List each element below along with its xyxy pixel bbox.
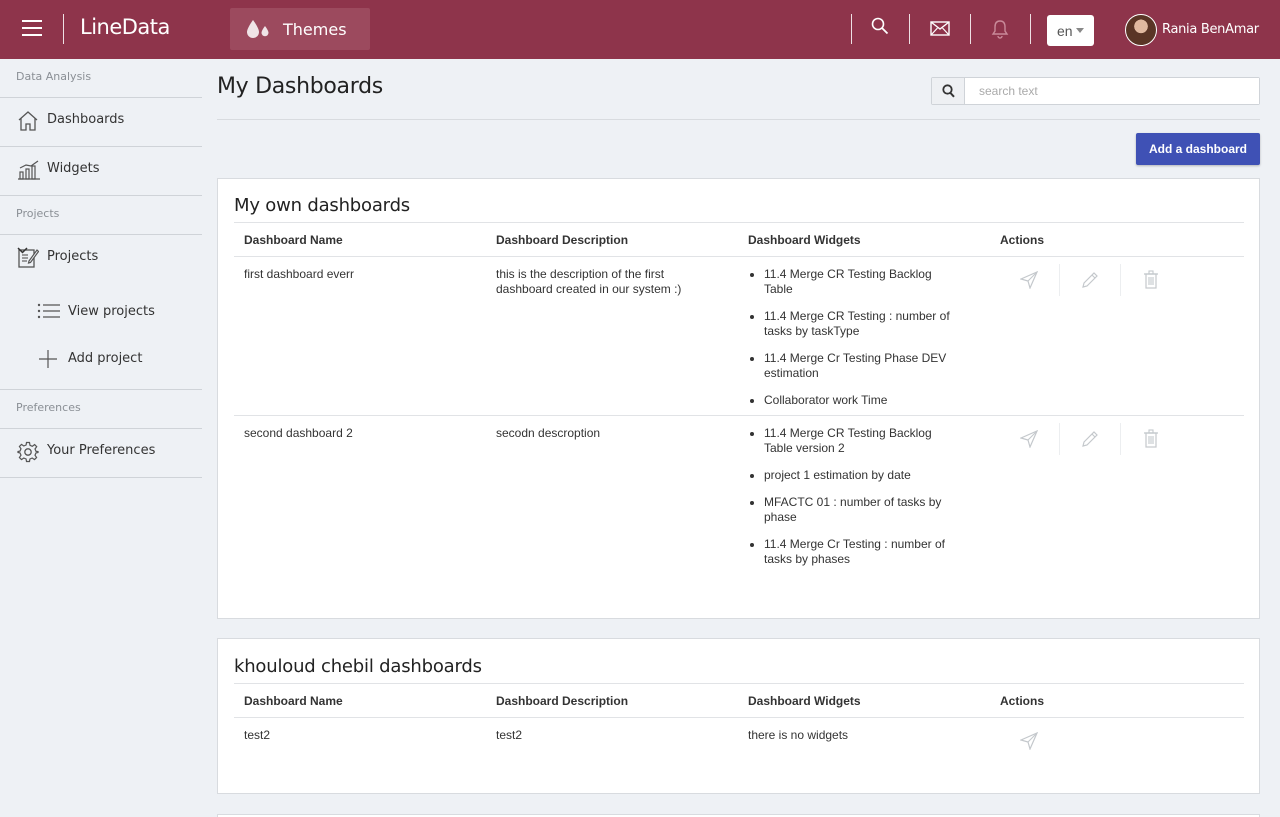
search-button[interactable] <box>932 78 965 104</box>
panel-title: khouloud chebil dashboards <box>234 656 482 677</box>
column-header-widgets[interactable]: Dashboard Widgets <box>748 694 861 708</box>
list-item: Collaborator work Time <box>748 393 963 408</box>
no-widgets-text: there is no widgets <box>748 728 849 742</box>
send-icon[interactable] <box>1020 271 1038 289</box>
pencil-icon[interactable] <box>1081 430 1099 448</box>
divider <box>1120 264 1121 296</box>
send-icon[interactable] <box>1020 430 1038 448</box>
list-item: 11.4 Merge Cr Testing Phase DEV estimati… <box>748 351 963 381</box>
column-header-description[interactable]: Dashboard Description <box>496 233 628 247</box>
divider <box>0 477 202 478</box>
list-item: project 1 estimation by date <box>748 468 963 483</box>
themes-button[interactable]: Themes <box>230 8 370 50</box>
search-box <box>931 77 1260 105</box>
language-value: en <box>1057 23 1073 39</box>
list-item: 11.4 Merge CR Testing : number of tasks … <box>748 309 963 339</box>
divider <box>970 14 971 44</box>
dashboard-name[interactable]: test2 <box>244 728 270 743</box>
sidebar: Data Analysis Dashboards Widgets Project… <box>0 59 202 817</box>
sidebar-item-view-projects[interactable]: View projects <box>0 292 202 332</box>
divider <box>0 195 202 196</box>
language-select[interactable]: en <box>1047 15 1094 46</box>
sidebar-section-preferences: Preferences <box>16 401 81 414</box>
user-name[interactable]: Rania BenAmar <box>1162 22 1259 37</box>
column-header-description[interactable]: Dashboard Description <box>496 694 628 708</box>
gear-icon <box>17 441 39 463</box>
sidebar-item-label: Dashboards <box>47 112 125 127</box>
column-header-actions: Actions <box>1000 694 1045 708</box>
plus-icon <box>39 350 57 368</box>
divider <box>1059 423 1060 455</box>
send-icon[interactable] <box>1020 732 1038 750</box>
divider <box>217 119 1260 120</box>
divider <box>234 222 1244 223</box>
panel-title: My own dashboards <box>234 195 410 216</box>
home-icon <box>18 111 38 131</box>
top-bar: LineData Themes en Rania BenAmar <box>0 0 1280 59</box>
list-item: 11.4 Merge CR Testing Backlog Table vers… <box>748 426 963 456</box>
list-item: MFACTC 01 : number of tasks by phase <box>748 495 963 525</box>
divider <box>0 389 202 390</box>
column-header-actions: Actions <box>1000 233 1045 247</box>
bell-icon[interactable] <box>991 19 1009 39</box>
divider <box>234 415 1244 416</box>
page-title: My Dashboards <box>217 74 383 99</box>
dashboard-description: secodn descroption <box>496 426 601 440</box>
divider <box>1030 14 1031 44</box>
sidebar-section-data-analysis: Data Analysis <box>16 70 92 83</box>
dashboard-name[interactable]: first dashboard everr <box>244 267 354 282</box>
avatar[interactable] <box>1125 14 1157 46</box>
divider <box>234 717 1244 718</box>
search-input[interactable] <box>966 78 1259 104</box>
pencil-icon[interactable] <box>1081 271 1099 289</box>
themes-label: Themes <box>283 20 347 39</box>
divider <box>1120 423 1121 455</box>
trash-icon[interactable] <box>1143 270 1159 289</box>
divider <box>234 683 1244 684</box>
list-item: 11.4 Merge CR Testing Backlog Table <box>748 267 963 297</box>
divider <box>909 14 910 44</box>
chevron-down-icon <box>17 247 28 254</box>
add-dashboard-button[interactable]: Add a dashboard <box>1136 133 1260 165</box>
droplets-icon <box>247 20 269 38</box>
caret-down-icon <box>1076 28 1084 33</box>
divider <box>851 14 852 44</box>
search-icon[interactable] <box>871 17 889 35</box>
sidebar-item-your-preferences[interactable]: Your Preferences <box>0 429 202 475</box>
divider <box>234 256 1244 257</box>
widget-list: 11.4 Merge CR Testing Backlog Table 11.4… <box>748 267 963 420</box>
dashboard-description: test2 <box>496 728 523 742</box>
sidebar-item-label: Projects <box>47 249 99 264</box>
own-dashboards-panel: My own dashboards Dashboard Name Dashboa… <box>217 178 1260 619</box>
sidebar-section-projects: Projects <box>16 207 60 220</box>
list-icon <box>37 303 60 319</box>
widget-list: 11.4 Merge CR Testing Backlog Table vers… <box>748 426 963 579</box>
sidebar-item-label: View projects <box>68 304 155 319</box>
divider <box>1059 264 1060 296</box>
mail-icon[interactable] <box>930 21 950 36</box>
dashboard-description: this is the description of the first das… <box>496 267 682 296</box>
bar-chart-icon <box>18 160 40 180</box>
dashboard-name[interactable]: second dashboard 2 <box>244 426 353 441</box>
app-brand[interactable]: LineData <box>80 15 170 39</box>
column-header-name[interactable]: Dashboard Name <box>244 694 343 708</box>
sidebar-item-projects[interactable]: Projects <box>0 235 202 281</box>
shared-dashboards-panel: khouloud chebil dashboards Dashboard Nam… <box>217 638 1260 794</box>
menu-icon[interactable] <box>22 20 42 38</box>
sidebar-item-dashboards[interactable]: Dashboards <box>0 98 202 144</box>
column-header-widgets[interactable]: Dashboard Widgets <box>748 233 861 247</box>
sidebar-item-widgets[interactable]: Widgets <box>0 147 202 193</box>
sidebar-item-label: Add project <box>68 351 143 366</box>
trash-icon[interactable] <box>1143 429 1159 448</box>
sidebar-item-label: Widgets <box>47 161 100 176</box>
divider <box>63 14 64 44</box>
column-header-name[interactable]: Dashboard Name <box>244 233 343 247</box>
sidebar-item-label: Your Preferences <box>47 443 156 458</box>
list-item: 11.4 Merge Cr Testing : number of tasks … <box>748 537 963 567</box>
sidebar-item-add-project[interactable]: Add project <box>0 339 202 379</box>
search-icon <box>942 84 955 98</box>
